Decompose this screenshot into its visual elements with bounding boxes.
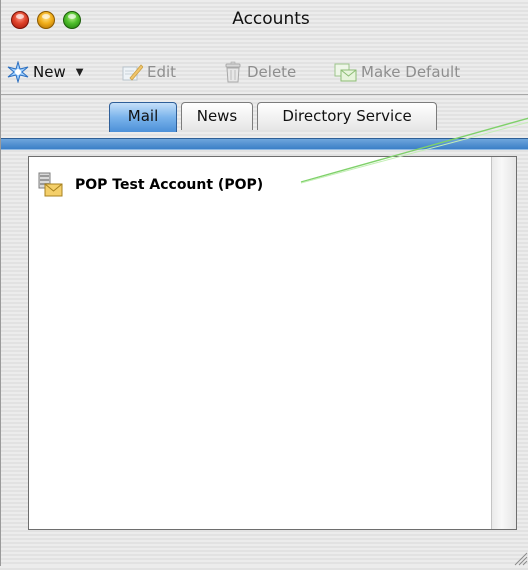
make-default-envelope-icon [333, 61, 357, 83]
new-button-label: New [33, 63, 66, 81]
resize-grip-icon[interactable] [510, 548, 528, 566]
edit-pencil-icon [121, 61, 144, 83]
vertical-scrollbar[interactable] [491, 157, 516, 529]
accounts-list[interactable]: POP Test Account (POP) [28, 156, 517, 530]
new-button[interactable]: New ▼ [7, 56, 83, 88]
tab-directory-service[interactable]: Directory Service [257, 102, 437, 130]
close-button[interactable] [11, 11, 29, 29]
window-title: Accounts [232, 9, 310, 29]
list-item[interactable]: POP Test Account (POP) [37, 171, 263, 199]
new-star-icon [7, 60, 29, 84]
minimize-button[interactable] [37, 11, 55, 29]
title-bar[interactable]: Accounts [1, 0, 528, 44]
delete-button[interactable]: Delete [223, 56, 296, 88]
account-name: POP Test Account (POP) [75, 177, 264, 193]
tab-mail[interactable]: Mail [109, 102, 177, 132]
delete-button-label: Delete [247, 63, 297, 81]
make-default-button-label: Make Default [361, 63, 461, 81]
tab-news[interactable]: News [181, 102, 253, 130]
toolbar: New ▼ Edit Delete Make Default [1, 56, 528, 88]
make-default-button[interactable]: Make Default [333, 56, 460, 88]
trash-icon [223, 61, 243, 83]
edit-button[interactable]: Edit [121, 56, 176, 88]
zoom-button[interactable] [63, 11, 81, 29]
new-menu-arrow-icon[interactable]: ▼ [76, 67, 84, 78]
toolbar-divider [1, 94, 528, 95]
mail-account-icon [37, 172, 63, 198]
accounts-window: Accounts New ▼ Edit Delete Make Default … [0, 0, 528, 566]
tab-strip [1, 138, 528, 150]
edit-button-label: Edit [147, 63, 177, 81]
